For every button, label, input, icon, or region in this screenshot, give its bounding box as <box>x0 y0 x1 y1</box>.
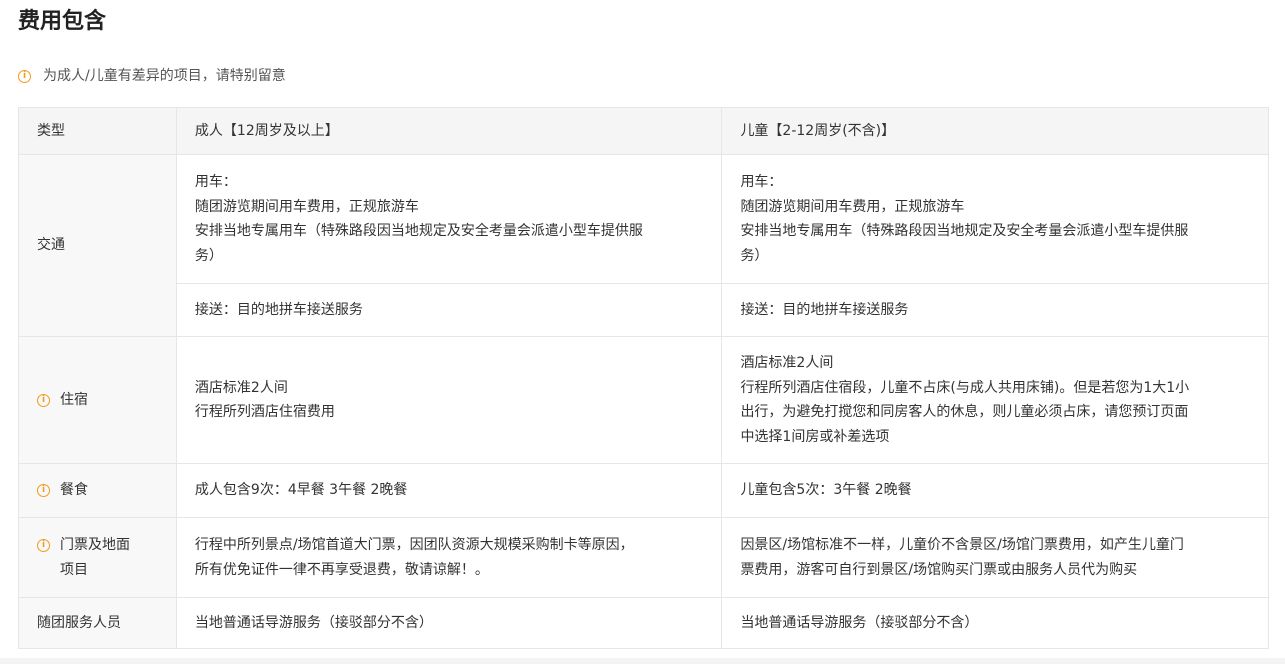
type-label-hotel: 住宿 <box>60 391 88 408</box>
table-row-transport-pickup: 接送：目的地拼车接送服务 接送：目的地拼车接送服务 <box>19 283 1269 337</box>
cell-child-transport-pickup: 接送：目的地拼车接送服务 <box>721 283 1269 337</box>
text-line: 务） <box>194 247 223 264</box>
table-row-meals: i 餐食 成人包含9次：4早餐 3午餐 2晚餐 儿童包含5次：3午餐 2晚餐 <box>18 463 1269 518</box>
text-line: 门票及地面 <box>60 537 130 553</box>
cell-type-meals: i 餐食 <box>18 463 177 518</box>
text-line: 行程所列酒店住宿段，儿童不占床(与成人共用床铺)。但是若您为1大1小 <box>740 379 1190 396</box>
table-row-hotel: i 住宿 酒店标准2人间 行程所列酒店住宿费用 酒店标准2人间 行程所列酒店住宿… <box>18 336 1269 464</box>
page-bottom-divider <box>0 658 1285 664</box>
fee-include-table: 类型 成人【12周岁及以上】 儿童【2-12周岁(不含)】 交通 用车： 随团游… <box>18 107 1269 649</box>
text-line: 因景区/场馆标准不一样，儿童价不含景区/场馆门票费用，如产生儿童门 <box>740 537 1184 553</box>
cell-type-tickets: i 门票及地面 项目 <box>18 517 177 598</box>
text-line: 出行，为避免打搅您和同房客人的休息，则儿童必须占床，请您预订页面 <box>740 404 1189 420</box>
text-line: 行程所列酒店住宿费用 <box>194 404 335 420</box>
cell-adult-guide: 当地普通话导游服务（接驳部分不含） <box>175 597 723 649</box>
text-line: 安排当地专属用车（特殊路段因当地规定及安全考量会派遣小型车提供服 <box>740 223 1189 239</box>
text-line: 酒店标准2人间 <box>194 379 288 396</box>
text-line: 项目 <box>60 561 88 578</box>
info-icon: i <box>37 539 50 552</box>
header-type: 类型 <box>18 107 177 155</box>
cell-type-guide: 随团服务人员 <box>18 597 177 649</box>
cell-child-tickets: 因景区/场馆标准不一样，儿童价不含景区/场馆门票费用，如产生儿童门 票费用，游客… <box>721 517 1269 598</box>
cell-adult-meals: 成人包含9次：4早餐 3午餐 2晚餐 <box>175 463 723 518</box>
cell-child-hotel: 酒店标准2人间 行程所列酒店住宿段，儿童不占床(与成人共用床铺)。但是若您为1大… <box>721 336 1269 464</box>
header-child: 儿童【2-12周岁(不含)】 <box>721 107 1269 155</box>
header-adult: 成人【12周岁及以上】 <box>175 107 723 155</box>
cell-child-guide: 当地普通话导游服务（接驳部分不含） <box>721 597 1269 649</box>
text-line: 随团游览期间用车费用，正规旅游车 <box>740 198 965 215</box>
text-line: 中选择1间房或补差选项 <box>740 428 890 445</box>
text-line: 安排当地专属用车（特殊路段因当地规定及安全考量会派遣小型车提供服 <box>194 223 643 239</box>
cell-adult-hotel: 酒店标准2人间 行程所列酒店住宿费用 <box>175 336 723 464</box>
text-line: 票费用，游客可自行到景区/场馆购买门票或由服务人员代为购买 <box>740 561 1138 578</box>
difference-note-text: 为成人/儿童有差异的项目，请特别留意 <box>43 68 286 84</box>
text-line: 随团游览期间用车费用，正规旅游车 <box>194 198 419 215</box>
text-line: 行程中所列景点/场馆首道大门票，因团队资源大规模采购制卡等原因， <box>194 537 634 553</box>
difference-note: i 为成人/儿童有差异的项目，请特别留意 <box>18 66 286 86</box>
text-line: 用车： <box>194 174 237 190</box>
cell-adult-tickets: 行程中所列景点/场馆首道大门票，因团队资源大规模采购制卡等原因， 所有优免证件一… <box>175 517 723 598</box>
table-row-transport-car: 交通 用车： 随团游览期间用车费用，正规旅游车 安排当地专属用车（特殊路段因当地… <box>18 154 1269 337</box>
text-line: 所有优免证件一律不再享受退费，敬请谅解！。 <box>194 561 489 578</box>
text-line: 用车： <box>740 174 783 190</box>
cell-child-meals: 儿童包含5次：3午餐 2晚餐 <box>721 463 1269 518</box>
cell-child-transport-car: 用车： 随团游览期间用车费用，正规旅游车 安排当地专属用车（特殊路段因当地规定及… <box>721 154 1269 284</box>
info-icon: i <box>37 484 50 498</box>
cell-adult-transport-pickup: 接送：目的地拼车接送服务 <box>175 283 723 337</box>
info-icon: i <box>37 393 50 407</box>
table-row-tickets: i 门票及地面 项目 行程中所列景点/场馆首道大门票，因团队资源大规模采购制卡等… <box>18 517 1269 598</box>
text-line: 酒店标准2人间 <box>740 355 834 371</box>
type-label-transport: 交通 <box>37 237 65 254</box>
cell-adult-transport-car: 用车： 随团游览期间用车费用，正规旅游车 安排当地专属用车（特殊路段因当地规定及… <box>175 154 723 284</box>
info-icon: i <box>18 69 31 83</box>
section-title: 费用包含 <box>18 9 107 34</box>
cell-type-transport: 交通 <box>18 154 177 337</box>
table-header-row: 类型 成人【12周岁及以上】 儿童【2-12周岁(不含)】 <box>18 107 1269 155</box>
table-row-guide: 随团服务人员 当地普通话导游服务（接驳部分不含） 当地普通话导游服务（接驳部分不… <box>18 597 1269 649</box>
text-line: 务） <box>740 247 769 264</box>
type-label-meals: 餐食 <box>60 482 88 499</box>
cell-type-hotel: i 住宿 <box>18 336 177 464</box>
type-label-tickets: 门票及地面 项目 <box>60 533 130 582</box>
